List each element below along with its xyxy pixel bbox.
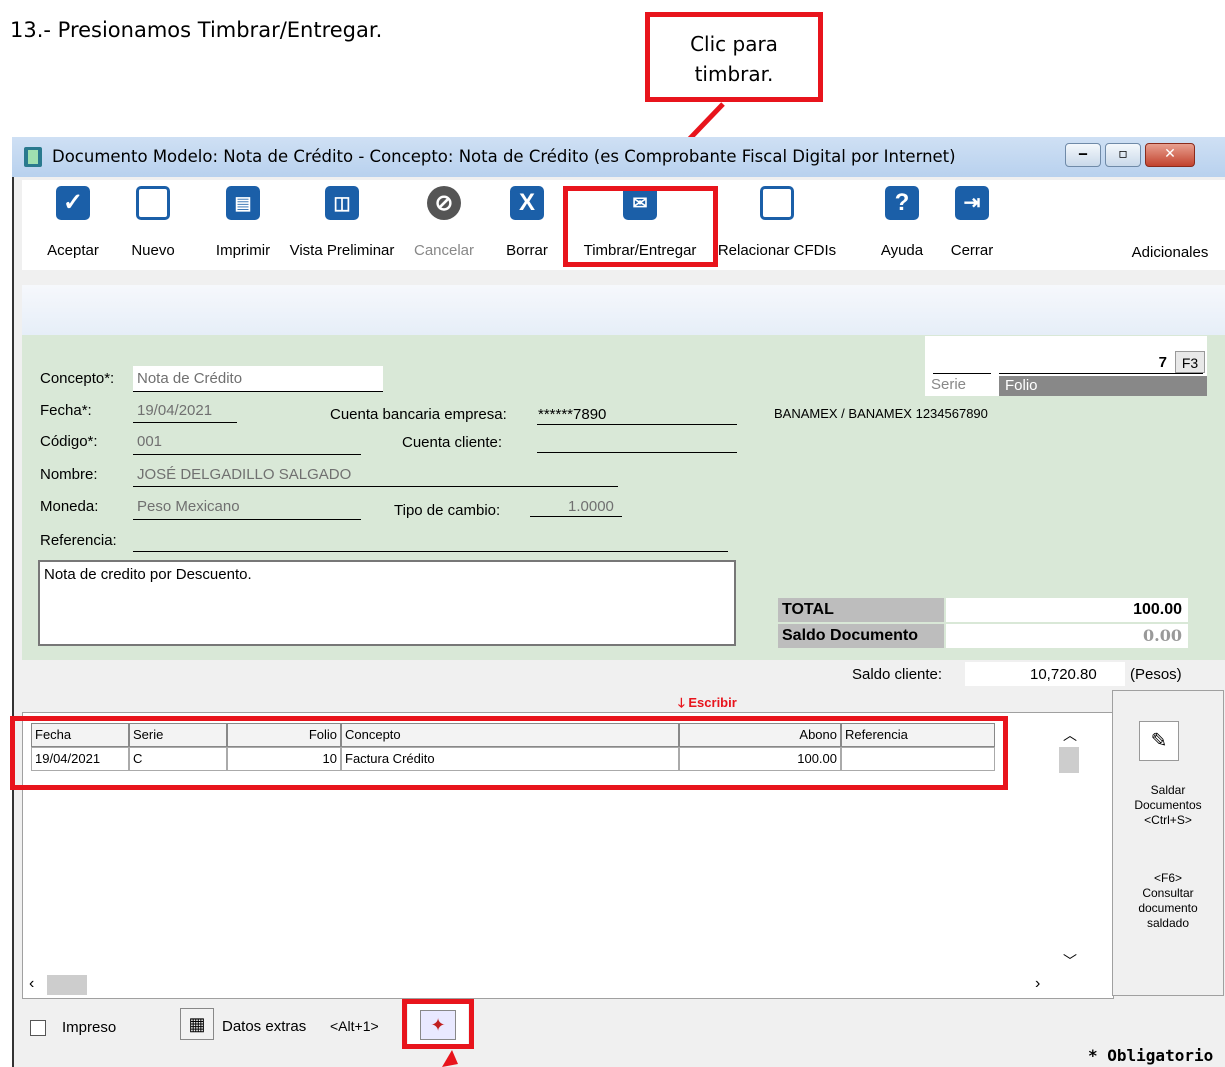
cuenta-bancaria-label: Cuenta bancaria empresa:	[330, 406, 507, 423]
window-title: Documento Modelo: Nota de Crédito - Conc…	[52, 147, 956, 166]
exit-icon: ⇥	[955, 186, 989, 220]
cuenta-bancaria-value[interactable]: ******7890	[538, 406, 606, 423]
help-icon: ?	[885, 186, 919, 220]
saldar-documentos-button[interactable]: Saldar Documentos <Ctrl+S>	[1113, 783, 1223, 828]
cancelar-label: Cancelar	[413, 242, 475, 259]
impreso-label: Impreso	[62, 1019, 117, 1036]
folio-label: Folio	[999, 376, 1207, 396]
moneda-value[interactable]: Peso Mexicano	[137, 498, 240, 515]
datos-extras-icon[interactable]: ▦	[180, 1008, 214, 1040]
cuenta-cliente-field[interactable]	[537, 452, 737, 453]
callout-line-2: timbrar.	[694, 62, 774, 86]
relacionar-cfdis-button[interactable]: Relacionar CFDIs	[712, 180, 842, 270]
printer-icon: ▤	[226, 186, 260, 220]
cerrar-button[interactable]: ⇥ Cerrar	[942, 180, 1002, 270]
preview-icon: ◫	[325, 186, 359, 220]
cerrar-label: Cerrar	[950, 242, 994, 259]
impreso-checkbox[interactable]	[30, 1020, 46, 1036]
grid-highlight	[10, 716, 1008, 790]
datos-extras-label[interactable]: Datos extras	[222, 1018, 306, 1035]
consultar-documento-button[interactable]: <F6> Consultar documento saldado	[1113, 871, 1223, 931]
check-icon: ✓	[56, 186, 90, 220]
scroll-right-icon[interactable]: ›	[1035, 975, 1040, 993]
imprimir-button[interactable]: ▤ Imprimir	[208, 180, 278, 270]
vista-preliminar-button[interactable]: ◫ Vista Preliminar	[282, 180, 402, 270]
totals-panel: TOTAL 100.00 Saldo Documento 0.00	[778, 598, 1198, 650]
serie-folio-box: 7 F3 Serie Folio	[925, 336, 1207, 396]
down-arrow-icon: 🡓	[678, 695, 689, 710]
side-panel: ✎ Saldar Documentos <Ctrl+S> <F6> Consul…	[1112, 690, 1224, 996]
info-band	[22, 285, 1225, 335]
borrar-label: Borrar	[506, 242, 548, 259]
scroll-up-icon[interactable]: ︿	[1063, 725, 1077, 745]
borrar-button[interactable]: X Borrar	[496, 180, 558, 270]
relate-icon	[760, 186, 794, 220]
scroll-down-icon[interactable]: ﹀	[1063, 951, 1077, 971]
observaciones-memo[interactable]: Nota de credito por Descuento.	[38, 560, 736, 646]
total-value: 100.00	[946, 598, 1188, 622]
hscroll-thumb[interactable]	[47, 975, 87, 995]
callout-box: Clic para timbrar.	[645, 12, 823, 102]
fecha-label: Fecha*:	[40, 402, 92, 419]
scroll-left-icon[interactable]: ‹	[29, 975, 34, 993]
saldo-documento-label: Saldo Documento	[778, 624, 944, 648]
saldo-documento-value: 0.00	[946, 624, 1188, 648]
codigo-value[interactable]: 001	[137, 433, 162, 450]
nombre-label: Nombre:	[40, 466, 98, 483]
saldo-cliente-label: Saldo cliente:	[852, 666, 943, 683]
horizontal-scrollbar[interactable]: ‹ ›	[23, 973, 1057, 997]
concepto-label: Concepto*:	[40, 370, 115, 387]
ayuda-label: Ayuda	[880, 242, 924, 259]
aceptar-button[interactable]: ✓ Aceptar	[36, 180, 110, 270]
addenda-highlight	[402, 999, 474, 1049]
saldo-cliente-currency: (Pesos)	[1130, 666, 1182, 683]
minimize-button[interactable]: ‒	[1065, 143, 1101, 167]
aceptar-label: Aceptar	[47, 242, 99, 259]
nuevo-button[interactable]: Nuevo	[118, 180, 188, 270]
tipo-cambio-label: Tipo de cambio:	[394, 502, 501, 519]
datos-extras-shortcut: <Alt+1>	[330, 1018, 379, 1034]
scroll-thumb[interactable]	[1059, 747, 1079, 773]
vertical-scrollbar[interactable]: ︿ ﹀	[1057, 721, 1081, 971]
cancel-icon: ⊘	[427, 186, 461, 220]
folio-value: 7	[1158, 354, 1167, 371]
fecha-value[interactable]: 19/04/2021	[137, 402, 212, 419]
new-doc-icon	[136, 186, 170, 220]
addenda-arrow	[442, 1050, 458, 1067]
banco-text: BANAMEX / BANAMEX 1234567890	[774, 406, 988, 421]
callout-line-1: Clic para	[690, 32, 778, 56]
saldo-cliente-value: 10,720.80	[1030, 666, 1097, 683]
app-icon	[24, 147, 42, 167]
cuenta-cliente-label: Cuenta cliente:	[402, 434, 503, 451]
nombre-value[interactable]: JOSÉ DELGADILLO SALGADO	[137, 466, 351, 483]
relacionar-cfdis-label: Relacionar CFDIs	[717, 242, 837, 259]
adicionales-label: Adicionales	[1131, 244, 1209, 261]
obligatorio-note: * Obligatorio	[1088, 1046, 1214, 1065]
concepto-value: Nota de Crédito	[137, 370, 243, 387]
codigo-label: Código*:	[40, 433, 98, 450]
saldar-icon[interactable]: ✎	[1139, 721, 1179, 761]
referencia-field[interactable]	[133, 551, 728, 552]
serie-label: Serie	[931, 376, 967, 393]
moneda-label: Moneda:	[40, 498, 99, 515]
delete-icon: X	[510, 186, 544, 220]
vista-preliminar-label: Vista Preliminar	[289, 242, 395, 259]
referencia-label: Referencia:	[40, 532, 117, 549]
step-instruction: 13.- Presionamos Timbrar/Entregar.	[10, 18, 383, 42]
imprimir-label: Imprimir	[215, 242, 271, 259]
maximize-button[interactable]: ▫	[1105, 143, 1141, 167]
tipo-cambio-value[interactable]: 1.0000	[568, 498, 614, 515]
folio-f3-button[interactable]: F3	[1175, 351, 1205, 373]
adicionales-button[interactable]: Adicionales	[1117, 180, 1223, 270]
total-label: TOTAL	[778, 598, 944, 622]
ayuda-button[interactable]: ? Ayuda	[872, 180, 932, 270]
nuevo-label: Nuevo	[131, 242, 175, 259]
close-button[interactable]: ✕	[1145, 143, 1195, 167]
timbrar-highlight	[563, 186, 718, 267]
cancelar-button[interactable]: ⊘ Cancelar	[410, 180, 478, 270]
title-bar: Documento Modelo: Nota de Crédito - Conc…	[12, 137, 1225, 177]
